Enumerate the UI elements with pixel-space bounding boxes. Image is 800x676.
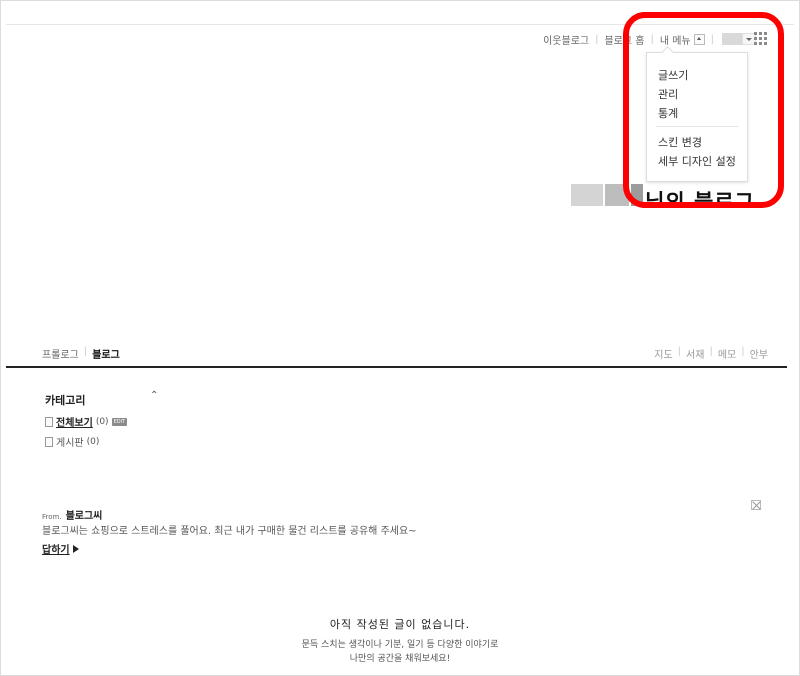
empty-state-line2: 나만의 공간을 채워보세요!: [349, 654, 451, 664]
my-menu-button[interactable]: 내 메뉴: [660, 32, 705, 47]
document-icon: [45, 416, 53, 427]
avatar: [722, 33, 742, 45]
from-header: From. 블로그씨: [42, 507, 102, 522]
tab-blog[interactable]: 블로그: [92, 346, 120, 361]
separator: |: [741, 346, 745, 357]
blog-nav-right: 지도 | 서재 | 메모 | 안부: [654, 346, 768, 361]
from-description: 블로그씨는 쇼핑으로 스트레스를 풀어요. 최근 내가 구매한 물건 리스트를 …: [42, 526, 417, 537]
empty-state-line1: 문득 스치는 생각이나 기분, 일기 등 다양한 이야기로: [301, 640, 499, 650]
separator: |: [710, 33, 714, 45]
blurred-name: [631, 184, 644, 206]
menu-item-design-settings[interactable]: 세부 디자인 설정: [658, 153, 736, 169]
menu-item-write[interactable]: 글쓰기: [658, 67, 688, 83]
tab-library[interactable]: 서재: [686, 346, 704, 361]
grid-icon[interactable]: [752, 30, 768, 46]
menu-item-change-skin[interactable]: 스킨 변경: [658, 134, 702, 150]
my-menu-dropdown: 글쓰기 관리 통계 스킨 변경 세부 디자인 설정: [646, 46, 748, 182]
neighbor-blog-link[interactable]: 이웃블로그: [543, 32, 589, 47]
global-nav: 이웃블로그 | 블로그 홈 | 내 메뉴 |: [543, 31, 756, 47]
category-label: 게시판: [56, 438, 84, 449]
my-menu-label: 내 메뉴: [659, 35, 691, 47]
separator: |: [650, 33, 654, 45]
reply-label: 답하기: [42, 545, 70, 556]
category-item-all[interactable]: 전체보기 (0) EDIT: [45, 414, 128, 429]
separator: |: [709, 346, 713, 357]
blog-title[interactable]: 님의 블로그: [571, 176, 755, 206]
nav-divider: [6, 366, 787, 368]
tab-map[interactable]: 지도: [654, 346, 672, 361]
play-arrow-icon: [72, 544, 79, 553]
menu-item-stats[interactable]: 통계: [658, 105, 678, 121]
from-label: From.: [42, 513, 62, 521]
separator: |: [595, 33, 599, 45]
edit-badge[interactable]: EDIT: [111, 417, 128, 426]
blog-nav: 프롤로그 | 블로그: [42, 346, 120, 361]
tab-memo[interactable]: 메모: [718, 346, 736, 361]
tab-guestbook[interactable]: 안부: [750, 346, 768, 361]
blurred-name: [605, 184, 630, 206]
category-title: 카테고리: [45, 394, 86, 407]
from-name[interactable]: 블로그씨: [66, 507, 103, 522]
blog-title-text: 님의 블로그: [645, 190, 755, 206]
separator: |: [83, 346, 88, 357]
dropdown-divider: [656, 126, 738, 127]
category-count: (0): [95, 416, 109, 427]
close-icon[interactable]: [751, 500, 761, 510]
tab-prologue[interactable]: 프롤로그: [42, 346, 79, 361]
separator: |: [677, 346, 682, 357]
category-item-board[interactable]: 게시판 (0): [45, 434, 99, 449]
category-label: 전체보기: [56, 418, 93, 429]
collapse-caret-icon[interactable]: ⌃: [150, 390, 158, 401]
chevron-up-icon: [693, 33, 705, 45]
empty-state-title: 아직 작성된 글이 없습니다.: [329, 618, 471, 631]
profile-menu-button[interactable]: [722, 33, 756, 45]
menu-item-manage[interactable]: 관리: [658, 86, 678, 102]
blog-home-link[interactable]: 블로그 홈: [604, 32, 644, 47]
category-count: (0): [86, 436, 100, 447]
reply-button[interactable]: 답하기: [42, 541, 79, 556]
document-icon: [45, 436, 53, 447]
top-divider: [6, 24, 794, 25]
blurred-name: [571, 184, 604, 206]
